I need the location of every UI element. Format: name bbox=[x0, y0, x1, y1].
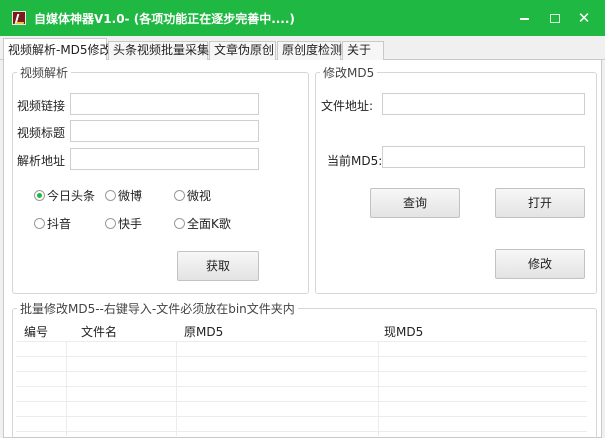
file-path-input[interactable] bbox=[382, 93, 585, 115]
table-row bbox=[16, 386, 587, 387]
table-column-divider bbox=[66, 341, 67, 436]
radio-quanmin-kge[interactable]: 全面K歌 bbox=[174, 215, 231, 232]
radio-douyin-label: 抖音 bbox=[47, 217, 72, 231]
app-logo-icon bbox=[12, 11, 26, 25]
radio-kuaishou-label: 快手 bbox=[118, 217, 143, 231]
video-link-label: 视频链接 bbox=[17, 99, 66, 113]
radio-toutiao-label: 今日头条 bbox=[47, 189, 96, 203]
parse-address-label: 解析地址 bbox=[17, 154, 66, 168]
tab-originality-check[interactable]: 原创度检测 bbox=[277, 41, 342, 60]
md5-modify-legend: 修改MD5 bbox=[323, 66, 375, 80]
current-md5-label: 当前MD5: bbox=[327, 154, 383, 168]
tab-toutiao-batch-collect[interactable]: 头条视频批量采集 bbox=[108, 41, 209, 60]
radio-douyin[interactable]: 抖音 bbox=[34, 215, 71, 232]
tab-video-parse-md5[interactable]: 视频解析-MD5修改 bbox=[3, 38, 112, 61]
radio-selected-icon bbox=[34, 190, 45, 201]
radio-weibo[interactable]: 微博 bbox=[105, 187, 142, 204]
video-parse-legend: 视频解析 bbox=[20, 66, 69, 80]
column-header-original-md5[interactable]: 原MD5 bbox=[184, 323, 223, 340]
radio-unselected-icon bbox=[105, 190, 116, 201]
radio-unselected-icon bbox=[174, 190, 185, 201]
radio-unselected-icon bbox=[105, 218, 116, 229]
tab-about[interactable]: 关于 bbox=[342, 41, 384, 60]
radio-unselected-icon bbox=[34, 218, 45, 229]
video-title-label: 视频标题 bbox=[17, 126, 66, 140]
title-bar[interactable]: 自媒体神器V1.0- (各项功能正在逐步完善中....) ✕ bbox=[0, 0, 605, 36]
video-link-input[interactable] bbox=[70, 93, 259, 115]
radio-weishi[interactable]: 微视 bbox=[174, 187, 211, 204]
radio-weishi-label: 微视 bbox=[187, 189, 212, 203]
tab-panel-video-parse-md5: 视频解析 视频链接 视频标题 解析地址 今日头条 微博 微视 抖音 快手 全面K… bbox=[3, 60, 602, 438]
tab-article-rewrite[interactable]: 文章伪原创 bbox=[209, 41, 276, 60]
window-title: 自媒体神器V1.0- (各项功能正在逐步完善中....) bbox=[34, 12, 295, 26]
radio-kuaishou[interactable]: 快手 bbox=[105, 215, 142, 232]
query-button[interactable]: 查询 bbox=[370, 188, 460, 218]
radio-quanmin-kge-label: 全面K歌 bbox=[187, 217, 231, 231]
table-row bbox=[16, 356, 587, 357]
current-md5-input[interactable] bbox=[382, 146, 585, 168]
table-column-divider bbox=[176, 341, 177, 436]
table-row bbox=[16, 431, 587, 432]
minimize-button[interactable] bbox=[514, 8, 536, 28]
table-row bbox=[16, 371, 587, 372]
table-row bbox=[16, 341, 587, 342]
modify-button[interactable]: 修改 bbox=[495, 249, 585, 279]
table-row bbox=[16, 416, 587, 417]
file-path-label: 文件地址: bbox=[321, 99, 374, 113]
close-button[interactable]: ✕ bbox=[573, 8, 595, 28]
parse-address-input[interactable] bbox=[70, 148, 259, 170]
radio-toutiao[interactable]: 今日头条 bbox=[34, 187, 95, 204]
batch-md5-legend: 批量修改MD5--右键导入-文件必须放在bin文件夹内 bbox=[20, 302, 295, 316]
open-button[interactable]: 打开 bbox=[495, 188, 585, 218]
radio-unselected-icon bbox=[174, 218, 185, 229]
maximize-button[interactable] bbox=[544, 8, 566, 28]
radio-weibo-label: 微博 bbox=[118, 189, 143, 203]
table-column-divider bbox=[378, 341, 379, 436]
table-row bbox=[16, 401, 587, 402]
column-header-current-md5[interactable]: 现MD5 bbox=[384, 323, 423, 340]
batch-md5-table[interactable]: 编号 文件名 原MD5 现MD5 bbox=[16, 319, 587, 436]
column-header-number[interactable]: 编号 bbox=[24, 323, 48, 340]
column-header-filename[interactable]: 文件名 bbox=[81, 323, 117, 340]
fetch-button[interactable]: 获取 bbox=[177, 251, 259, 281]
tab-bar: 视频解析-MD5修改 头条视频批量采集 文章伪原创 原创度检测 关于 bbox=[0, 38, 605, 61]
video-title-input[interactable] bbox=[70, 120, 259, 142]
